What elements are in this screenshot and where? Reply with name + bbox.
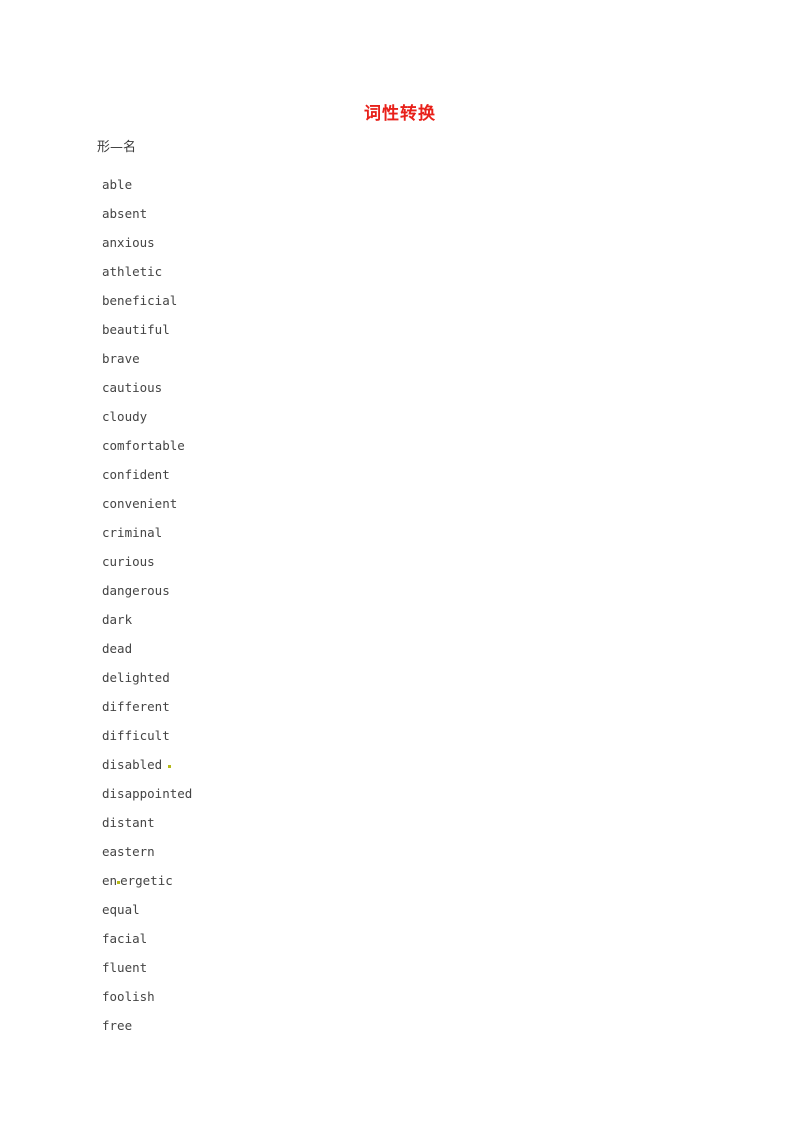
list-item: disabled [102,750,462,779]
word-text: eastern [102,844,155,859]
word-text: difficult [102,728,170,743]
list-item: absent [102,199,462,228]
word-text-continued: ergetic [120,873,173,888]
list-item: convenient [102,489,462,518]
list-item: cloudy [102,402,462,431]
list-item: free [102,1011,462,1040]
word-text: convenient [102,496,178,511]
word-text: confident [102,467,170,482]
list-item: en ergetic [102,866,462,895]
list-item: anxious [102,228,462,257]
word-text: different [102,699,170,714]
list-item: curious [102,547,462,576]
list-item: delighted [102,663,462,692]
list-item: athletic [102,257,462,286]
word-text: absent [102,206,148,221]
word-text: foolish [102,989,155,1004]
word-text: cautious [102,380,163,395]
list-item: beautiful [102,315,462,344]
list-item: dead [102,634,462,663]
word-text: curious [102,554,155,569]
word-text: delighted [102,670,170,685]
list-item: dangerous [102,576,462,605]
document-page: 词性转换 形—名 able absent anxious athletic benefi… [0,0,800,1132]
word-text: fluent [102,960,148,975]
word-text: dead [102,641,133,656]
word-text: equal [102,902,140,917]
page-title: 词性转换 [364,104,436,124]
annotation-dot-icon [117,881,121,884]
list-item: criminal [102,518,462,547]
word-text: dark [102,612,133,627]
word-text: disappointed [102,786,193,801]
list-item: equal [102,895,462,924]
word-text: criminal [102,525,163,540]
word-list: able absent anxious athletic beneficial beaut… [102,170,462,1040]
list-item: cautious [102,373,462,402]
list-item: foolish [102,982,462,1011]
list-item: dark [102,605,462,634]
word-text: brave [102,351,140,366]
list-item: different [102,692,462,721]
annotation-dot-icon [168,765,172,768]
word-text: athletic [102,264,163,279]
list-item: fluent [102,953,462,982]
list-item: comfortable [102,431,462,460]
word-text: beautiful [102,322,170,337]
word-text: disabled [102,757,163,772]
section-heading-adjective-to-noun: 形—名 [97,140,137,155]
list-item: facial [102,924,462,953]
list-item: disappointed [102,779,462,808]
list-item: confident [102,460,462,489]
word-text: anxious [102,235,155,250]
word-text: dangerous [102,583,170,598]
word-text: distant [102,815,155,830]
list-item: distant [102,808,462,837]
word-text: able [102,177,133,192]
list-item: difficult [102,721,462,750]
word-text: cloudy [102,409,148,424]
list-item: able [102,170,462,199]
list-item: beneficial [102,286,462,315]
word-text: facial [102,931,148,946]
list-item: eastern [102,837,462,866]
word-text: free [102,1018,133,1033]
word-text: en [102,873,118,888]
word-text: comfortable [102,438,185,453]
list-item: brave [102,344,462,373]
word-text: beneficial [102,293,178,308]
